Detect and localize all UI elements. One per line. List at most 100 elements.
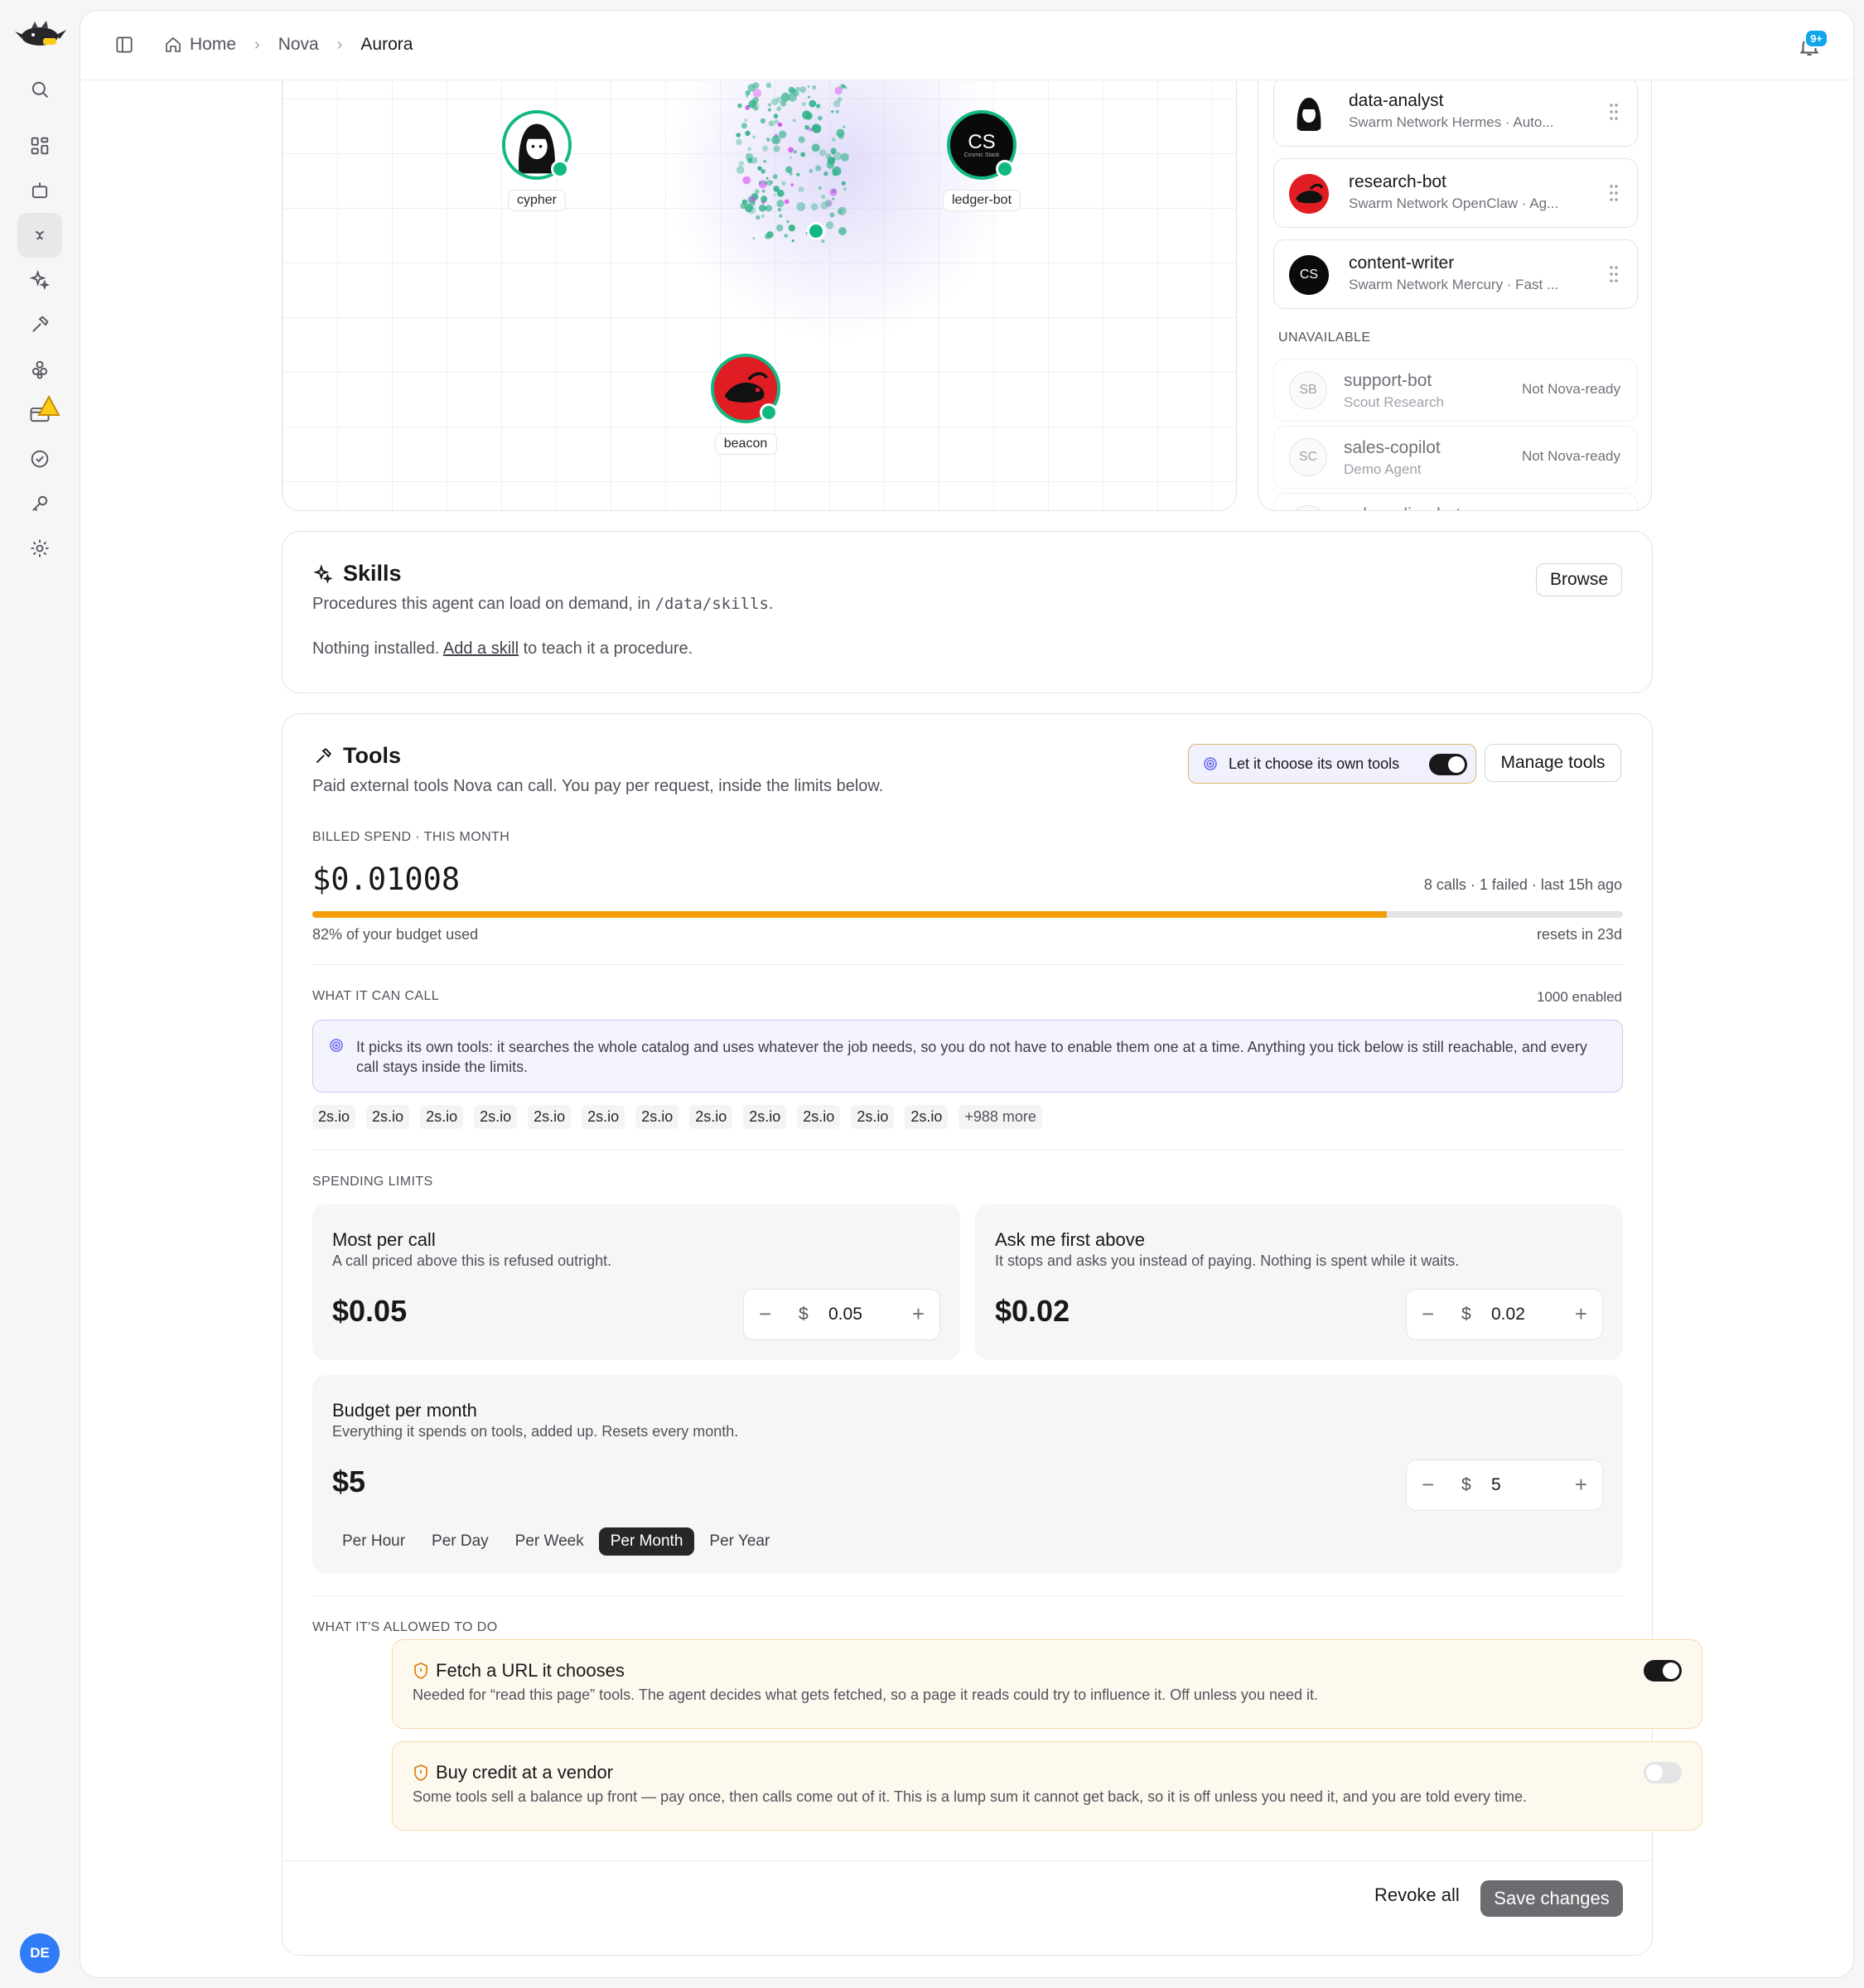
limit-description: Everything it spends on tools, added up.… bbox=[332, 1423, 739, 1440]
period-option[interactable]: Per Week bbox=[504, 1527, 596, 1556]
tool-chip[interactable]: 2s.io bbox=[420, 1105, 464, 1129]
increment-icon[interactable]: + bbox=[1575, 1474, 1587, 1495]
drag-handle-icon[interactable] bbox=[1609, 103, 1619, 121]
dashboard-icon[interactable] bbox=[17, 123, 62, 168]
breadcrumb-current: Aurora bbox=[360, 35, 413, 54]
tool-chip[interactable]: 2s.io bbox=[366, 1105, 410, 1129]
sidebar-toggle-icon[interactable] bbox=[113, 34, 135, 55]
tool-chip[interactable]: 2s.io bbox=[743, 1105, 787, 1129]
per-call-stepper[interactable]: − $ 0.05 + bbox=[743, 1289, 940, 1340]
breadcrumb-home[interactable]: Home bbox=[190, 35, 236, 55]
swarm-dot bbox=[765, 234, 770, 239]
billing-icon[interactable] bbox=[17, 392, 62, 437]
decrement-icon[interactable]: − bbox=[1422, 1303, 1434, 1325]
period-option[interactable]: Per Day bbox=[420, 1527, 500, 1556]
swarm-dot bbox=[799, 86, 806, 94]
buy-credit-toggle[interactable] bbox=[1644, 1762, 1682, 1783]
home-icon bbox=[166, 36, 181, 52]
agent-name: onboarding-bot bbox=[1344, 505, 1461, 510]
period-option[interactable]: Per Hour bbox=[331, 1527, 417, 1556]
tool-chip[interactable]: 2s.io bbox=[312, 1105, 356, 1129]
tool-chip[interactable]: 2s.io bbox=[635, 1105, 679, 1129]
add-skill-link[interactable]: Add a skill bbox=[443, 639, 519, 658]
increment-icon[interactable]: + bbox=[1575, 1303, 1587, 1325]
swarm-graph[interactable]: cypher CS Cosmic Stack ledger-bot beacon bbox=[282, 44, 1237, 511]
search-icon[interactable] bbox=[17, 67, 62, 112]
node-sublabel: Cosmic Stack bbox=[963, 152, 1000, 158]
status-online-dot bbox=[807, 222, 825, 240]
swarm-cluster bbox=[736, 82, 849, 244]
swarm-dot bbox=[758, 204, 766, 212]
swarm-dot bbox=[785, 166, 793, 173]
check-circle-icon[interactable] bbox=[17, 437, 62, 481]
browse-button[interactable]: Browse bbox=[1536, 563, 1622, 596]
swarm-dot bbox=[773, 113, 779, 118]
swarm-dot bbox=[831, 110, 834, 113]
agent-row[interactable]: CS content-writer Swarm Network Mercury … bbox=[1273, 239, 1638, 309]
hammer-icon[interactable] bbox=[17, 302, 62, 347]
sparkles-icon[interactable] bbox=[17, 258, 62, 302]
tool-chip[interactable]: 2s.io bbox=[582, 1105, 625, 1129]
drag-handle-icon[interactable] bbox=[1609, 184, 1619, 202]
swarm-dot bbox=[767, 108, 771, 112]
ask-first-stepper[interactable]: − $ 0.02 + bbox=[1406, 1289, 1603, 1340]
key-icon[interactable] bbox=[17, 481, 62, 526]
swarm-dot bbox=[804, 125, 809, 130]
settings-icon[interactable] bbox=[17, 526, 62, 571]
limit-title: Ask me first above bbox=[995, 1229, 1145, 1250]
skills-empty-state: Nothing installed. Add a skill to teach … bbox=[312, 639, 693, 659]
increment-icon[interactable]: + bbox=[912, 1303, 925, 1325]
save-changes-button[interactable]: Save changes bbox=[1480, 1880, 1623, 1917]
decrement-icon[interactable]: − bbox=[759, 1303, 771, 1325]
footer-divider bbox=[282, 1860, 1653, 1861]
agents-panel: data-analyst Swarm Network Hermes · Auto… bbox=[1258, 44, 1652, 511]
swarm-dot bbox=[832, 169, 838, 176]
swarm-dot bbox=[756, 215, 761, 220]
agent-row[interactable]: research-bot Swarm Network OpenClaw · Ag… bbox=[1273, 158, 1638, 228]
swarm-dot bbox=[816, 104, 821, 109]
app-logo[interactable] bbox=[12, 17, 68, 53]
tool-chip[interactable]: 2s.io bbox=[689, 1105, 733, 1129]
swarm-dot bbox=[840, 152, 849, 162]
swarm-dot bbox=[809, 99, 817, 108]
decrement-icon[interactable]: − bbox=[1422, 1474, 1434, 1495]
budget-input[interactable]: 5 bbox=[1491, 1475, 1501, 1495]
drag-handle-icon[interactable] bbox=[1609, 265, 1619, 283]
bot-icon[interactable] bbox=[17, 168, 62, 213]
ask-first-input[interactable]: 0.02 bbox=[1491, 1305, 1525, 1325]
shield-icon bbox=[414, 1662, 427, 1679]
swarm-icon[interactable] bbox=[17, 213, 62, 258]
swarm-dot bbox=[752, 237, 756, 240]
blocks-icon[interactable] bbox=[17, 347, 62, 392]
user-avatar[interactable]: DE bbox=[20, 1933, 60, 1973]
period-option[interactable]: Per Month bbox=[598, 1527, 695, 1556]
swarm-dot bbox=[791, 239, 794, 243]
swarm-dot bbox=[784, 234, 788, 238]
fingerprint-icon bbox=[330, 1039, 343, 1052]
tool-chip[interactable]: 2s.io bbox=[851, 1105, 895, 1129]
agent-row[interactable]: data-analyst Swarm Network Hermes · Auto… bbox=[1273, 77, 1638, 147]
tools-description: Paid external tools Nova can call. You p… bbox=[312, 777, 884, 795]
limit-value: $0.02 bbox=[995, 1294, 1070, 1328]
budget-stepper[interactable]: − $ 5 + bbox=[1406, 1460, 1603, 1511]
fetch-url-toggle[interactable] bbox=[1644, 1660, 1682, 1682]
chevron-right-icon: › bbox=[336, 35, 343, 54]
manage-tools-button[interactable]: Manage tools bbox=[1485, 744, 1621, 782]
per-call-input[interactable]: 0.05 bbox=[828, 1305, 862, 1325]
auto-tools-toggle[interactable]: Let it choose its own tools bbox=[1188, 744, 1476, 784]
auto-tools-switch[interactable] bbox=[1429, 754, 1467, 775]
period-option[interactable]: Per Year bbox=[698, 1527, 781, 1556]
node-label-ledger-bot: ledger-bot bbox=[942, 190, 1021, 211]
agent-name: support-bot bbox=[1344, 371, 1432, 390]
revoke-all-button[interactable]: Revoke all bbox=[1374, 1884, 1460, 1906]
more-tools-chip[interactable]: +988 more bbox=[959, 1105, 1042, 1129]
breadcrumb-parent[interactable]: Nova bbox=[278, 35, 319, 55]
swarm-dot bbox=[773, 145, 780, 152]
tool-chip[interactable]: 2s.io bbox=[528, 1105, 572, 1129]
top-bar: Home › Nova › Aurora 9+ bbox=[80, 11, 1853, 80]
tool-chip[interactable]: 2s.io bbox=[797, 1105, 841, 1129]
tool-chip[interactable]: 2s.io bbox=[474, 1105, 518, 1129]
tool-chip[interactable]: 2s.io bbox=[905, 1105, 949, 1129]
swarm-dot bbox=[798, 136, 805, 143]
swarm-dot bbox=[812, 85, 817, 90]
